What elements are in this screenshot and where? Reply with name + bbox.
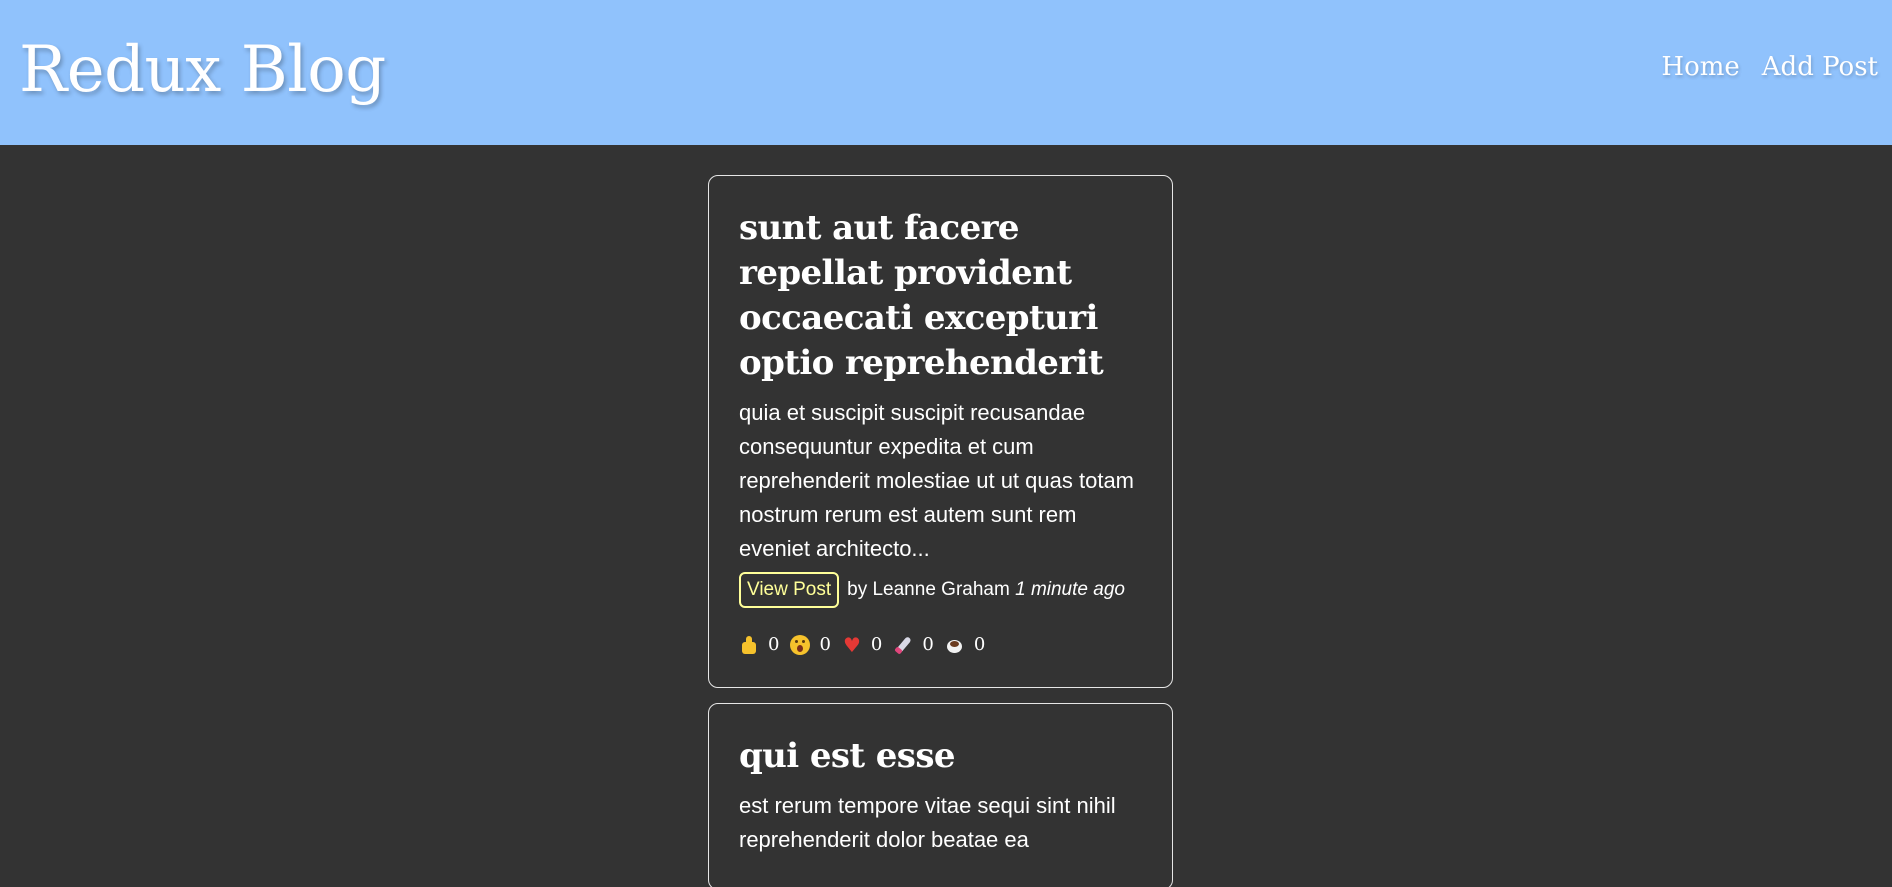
rocket-count: 0: [922, 634, 934, 655]
rocket-reaction-button[interactable]: 0: [893, 634, 933, 655]
rocket-icon: [893, 635, 913, 655]
view-post-button[interactable]: View Post: [739, 572, 840, 608]
nav-home-link[interactable]: Home: [1661, 52, 1739, 82]
post-credit: View Post by Leanne Graham 1 minute ago: [739, 572, 1143, 608]
post-excerpt: qui est esse est rerum tempore vitae seq…: [708, 703, 1173, 887]
heart-icon: ♥: [842, 632, 861, 657]
wow-count: 0: [819, 634, 831, 655]
wow-icon: [790, 634, 811, 655]
coffee-icon: [945, 635, 965, 655]
post-author: by Leanne Graham: [847, 579, 1010, 600]
site-title: Redux Blog: [19, 32, 386, 107]
nav-add-post-link[interactable]: Add Post: [1762, 52, 1878, 82]
wow-reaction-button[interactable]: 0: [790, 634, 831, 655]
main-nav: Home Add Post: [1661, 52, 1878, 82]
post-title: sunt aut facere repellat provident occae…: [739, 208, 1104, 383]
post-body: quia et suscipit suscipit recusandae con…: [739, 400, 1135, 561]
posts-list: sunt aut facere repellat provident occae…: [708, 175, 1173, 887]
heart-count: 0: [870, 634, 883, 655]
coffee-reaction-button[interactable]: 0: [945, 634, 985, 655]
post-timestamp: 1 minute ago: [1015, 579, 1125, 600]
coffee-count: 0: [973, 634, 986, 655]
post-body: est rerum tempore vitae sequi sint nihil…: [739, 793, 1116, 852]
post-title: qui est esse: [739, 736, 956, 776]
thumbs-up-reaction-button[interactable]: 0: [739, 634, 779, 655]
thumbs-up-icon: [739, 635, 759, 655]
heart-reaction-button[interactable]: ♥ 0: [842, 634, 882, 655]
thumbs-up-count: 0: [768, 634, 780, 655]
reaction-buttons: 0 0 ♥ 0 0 0: [739, 634, 1143, 655]
post-excerpt: sunt aut facere repellat provident occae…: [708, 175, 1173, 688]
site-header: Redux Blog Home Add Post: [0, 0, 1892, 145]
